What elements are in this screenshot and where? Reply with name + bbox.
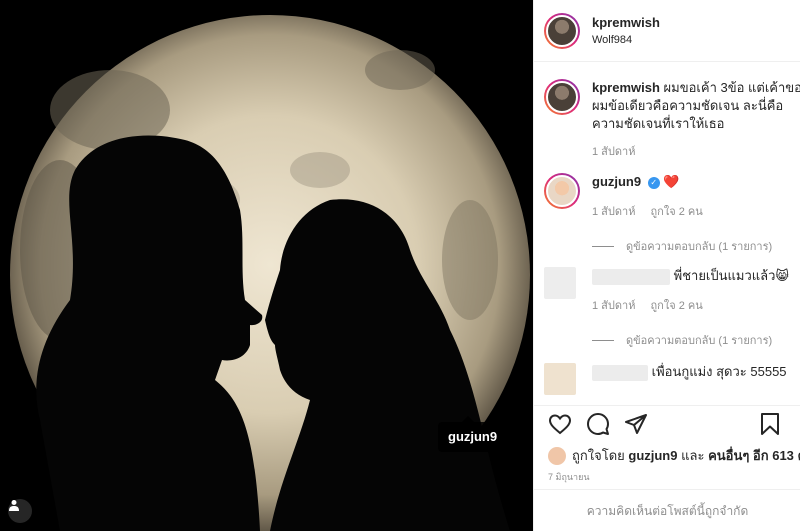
author-username[interactable]: kpremwish	[592, 15, 660, 31]
comment-username[interactable]: guzjun9	[592, 174, 641, 189]
redacted-avatar	[544, 363, 576, 395]
comment-text: พี่ชายเป็นแมวแล้ว😸	[673, 268, 789, 283]
comment-icon	[587, 413, 609, 435]
caption-avatar[interactable]	[544, 79, 580, 115]
caption-username[interactable]: kpremwish	[592, 80, 660, 95]
post-photo[interactable]: guzjun9	[0, 0, 533, 531]
comment-button[interactable]	[586, 412, 610, 436]
like-button[interactable]	[548, 412, 572, 436]
post-actions: ถูกใจโดย guzjun9 และ คนอื่นๆ อีก 613 คน …	[534, 405, 800, 531]
comment-item: พี่ชายเป็นแมวแล้ว😸 1 สัปดาห์ ถูกใจ 2 คน …	[544, 267, 800, 315]
liker-avatar[interactable]	[548, 446, 566, 465]
person-icon	[9, 500, 19, 511]
view-replies[interactable]: ดูข้อความตอบกลับ (1 รายการ)	[592, 331, 772, 349]
likes-count-link[interactable]: คนอื่นๆ อีก 613 คน	[708, 445, 800, 466]
save-button[interactable]	[758, 412, 782, 436]
view-replies[interactable]: ดูข้อความตอบกลับ (1 รายการ)	[592, 237, 772, 255]
comment-time[interactable]: 1 สัปดาห์	[592, 206, 635, 218]
post-date[interactable]: 7 มิถุนายน	[548, 470, 590, 484]
author-avatar[interactable]	[544, 12, 580, 49]
redacted-username	[592, 268, 670, 285]
comment-avatar[interactable]	[544, 173, 580, 209]
share-button[interactable]	[624, 412, 648, 436]
post-header: kpremwish Wolf984	[534, 0, 800, 62]
caption: kpremwish ผมขอเค้า 3ข้อ แต่เค้าขอผมข้อเด…	[544, 79, 800, 161]
comment-item: guzjun9 ✓ ❤️ 1 สัปดาห์ ถูกใจ 2 คน ♡	[544, 173, 800, 221]
redacted-avatar	[544, 267, 576, 299]
caption-time[interactable]: 1 สัปดาห์	[592, 146, 635, 158]
post-side-panel: kpremwish Wolf984 kpremwish ผมขอเค้า 3ข้…	[533, 0, 800, 531]
likes-summary: ถูกใจโดย guzjun9 และ คนอื่นๆ อีก 613 คน	[548, 445, 800, 466]
comment-text: เพื่อนกูแม่ง สุดวะ 55555	[651, 364, 787, 379]
comment-likes[interactable]: ถูกใจ 2 คน	[651, 206, 703, 218]
bookmark-icon	[761, 413, 779, 435]
heart-icon	[548, 414, 572, 435]
comments-list[interactable]: kpremwish ผมขอเค้า 3ข้อ แต่เค้าขอผมข้อเด…	[534, 63, 800, 405]
paper-plane-icon	[625, 414, 647, 434]
comment-likes[interactable]: ถูกใจ 2 คน	[651, 300, 703, 312]
liker-username[interactable]: guzjun9	[628, 448, 677, 463]
audio-or-location[interactable]: Wolf984	[592, 33, 660, 47]
comment-item: เพื่อนกูแม่ง สุดวะ 55555 ♡	[544, 363, 800, 395]
comment-text: ❤️	[663, 174, 680, 189]
comment-time[interactable]: 1 สัปดาห์	[592, 300, 635, 312]
verified-badge-icon: ✓	[647, 176, 660, 189]
user-tag-label[interactable]: guzjun9	[438, 416, 508, 452]
redacted-username	[592, 364, 648, 381]
comments-restricted-notice: ความคิดเห็นต่อโพสต์นี้ถูกจำกัด	[534, 489, 800, 531]
tagged-users-button[interactable]	[8, 499, 32, 523]
